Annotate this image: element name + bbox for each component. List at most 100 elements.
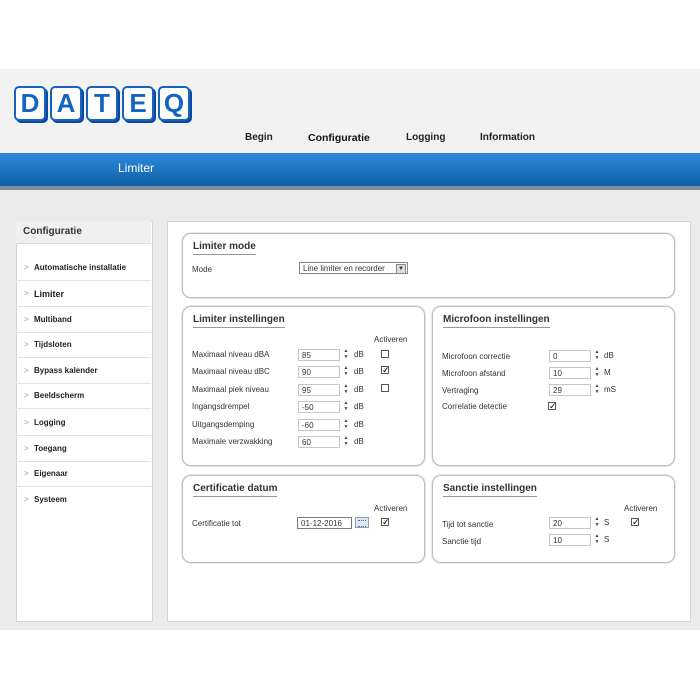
chevron-right-icon: >	[24, 263, 29, 272]
sidebar-item-beeldscherm[interactable]: > Beeldscherm	[16, 384, 151, 409]
certificatie-tot-label: Certificatie tot	[192, 519, 241, 528]
sidebar-item-toegang[interactable]: > Toegang	[16, 437, 151, 462]
max-niveau-dba-input[interactable]: 85	[298, 349, 340, 361]
field-label: Tijd tot sanctie	[442, 520, 494, 529]
title-bar-divider	[0, 186, 700, 190]
sidebar-item-eigenaar[interactable]: > Eigenaar	[16, 462, 151, 487]
sidebar-item-tijdsloten[interactable]: > Tijdsloten	[16, 333, 151, 358]
field-label: Maximaal piek niveau	[192, 385, 269, 394]
chevron-right-icon: >	[24, 340, 29, 349]
sanctie-tijd-input[interactable]: 10	[549, 534, 591, 546]
limiter-settings-title: Limiter instellingen	[193, 314, 285, 328]
title-bar	[0, 153, 700, 186]
spinner-icon[interactable]: ▲ ▼	[342, 348, 350, 361]
activeren-dba-checkbox[interactable]	[381, 350, 389, 358]
ingangsdrempel-input[interactable]: -50	[298, 401, 340, 413]
sidebar-item-limiter[interactable]: > Limiter	[16, 282, 151, 307]
spinner-icon[interactable]: ▲ ▼	[593, 366, 601, 379]
unit-label: dB	[354, 385, 364, 394]
unit-label: dB	[354, 437, 364, 446]
sidebar-item-automatische-installatie[interactable]: > Automatische installatie	[16, 256, 151, 281]
sidebar-item-label: Logging	[34, 418, 66, 427]
sidebar-header: Configuratie	[16, 221, 151, 244]
mode-select[interactable]: Line limiter en recorder ▼	[299, 262, 408, 274]
certificatie-date-input[interactable]: 01-12-2016	[297, 517, 352, 529]
max-piek-niveau-input[interactable]: 95	[298, 384, 340, 396]
page-title: Limiter	[118, 161, 155, 175]
max-niveau-dbc-input[interactable]: 90	[298, 366, 340, 378]
chevron-right-icon: >	[24, 469, 29, 478]
correlatie-checkbox[interactable]: ✓	[548, 402, 557, 411]
max-verzwakking-input[interactable]: 60	[298, 436, 340, 448]
vertraging-input[interactable]: 29	[549, 384, 591, 396]
field-label: Maximaal niveau dBC	[192, 367, 270, 376]
nav-information[interactable]: Information	[480, 132, 535, 143]
spinner-icon[interactable]: ▲ ▼	[342, 365, 350, 378]
sidebar-item-multiband[interactable]: > Multiband	[16, 308, 151, 333]
activeren-label: Activeren	[624, 504, 658, 513]
tijd-tot-sanctie-input[interactable]: 20	[549, 517, 591, 529]
unit-label: dB	[354, 367, 364, 376]
sidebar-item-label: Bypass kalender	[34, 366, 98, 375]
chevron-right-icon: >	[24, 366, 29, 375]
activeren-label: Activeren	[374, 504, 408, 513]
mode-select-value: Line limiter en recorder	[303, 264, 385, 273]
microfoon-afstand-input[interactable]: 10	[549, 367, 591, 379]
limiter-mode-title: Limiter mode	[193, 241, 256, 255]
chevron-right-icon: >	[24, 391, 29, 400]
microfoon-settings-title: Microfoon instellingen	[443, 314, 550, 328]
chevron-right-icon: >	[24, 315, 29, 324]
chevron-right-icon: >	[24, 289, 29, 298]
field-label: Sanctie tijd	[442, 537, 482, 546]
field-label: Maximaal niveau dBA	[192, 350, 270, 359]
sidebar-item-label: Toegang	[34, 444, 67, 453]
sidebar-item-systeem[interactable]: > Systeem	[16, 488, 151, 512]
logo-letter: Q	[158, 86, 190, 121]
sidebar-item-logging[interactable]: > Logging	[16, 411, 151, 436]
nav-begin[interactable]: Begin	[245, 132, 273, 143]
activeren-label: Activeren	[374, 335, 408, 344]
microfoon-correctie-input[interactable]: 0	[549, 350, 591, 362]
nav-configuratie[interactable]: Configuratie	[308, 132, 370, 144]
logo-letter: E	[122, 86, 154, 121]
spinner-icon[interactable]: ▲ ▼	[342, 383, 350, 396]
sidebar-item-label: Limiter	[34, 289, 65, 299]
nav-logging[interactable]: Logging	[406, 132, 445, 143]
correlatie-label: Correlatie detectie	[442, 402, 507, 411]
logo-letter: T	[86, 86, 118, 121]
field-label: Ingangsdrempel	[192, 402, 250, 411]
calendar-icon[interactable]	[355, 517, 369, 528]
field-label: Vertraging	[442, 386, 479, 395]
spinner-icon[interactable]: ▲ ▼	[342, 435, 350, 448]
sidebar-item-label: Automatische installatie	[34, 263, 127, 272]
logo-letter: A	[50, 86, 82, 121]
spinner-icon[interactable]: ▲ ▼	[593, 516, 601, 529]
spinner-icon[interactable]: ▲ ▼	[593, 349, 601, 362]
unit-label: M	[604, 368, 611, 377]
spinner-icon[interactable]: ▲ ▼	[342, 400, 350, 413]
spinner-icon[interactable]: ▲ ▼	[593, 533, 601, 546]
logo-letter: D	[14, 86, 46, 121]
sanctie-activeren-checkbox[interactable]: ✓	[631, 518, 640, 527]
unit-label: dB	[354, 402, 364, 411]
field-label: Microfoon correctie	[442, 352, 511, 361]
sidebar-item-label: Tijdsloten	[34, 340, 72, 349]
field-label: Microfoon afstand	[442, 369, 506, 378]
uitgangsdemping-input[interactable]: -60	[298, 419, 340, 431]
chevron-right-icon: >	[24, 444, 29, 453]
spinner-icon[interactable]: ▲ ▼	[593, 383, 601, 396]
unit-label: dB	[354, 420, 364, 429]
activeren-dbc-checkbox[interactable]: ✓	[381, 366, 390, 375]
field-label: Uitgangsdemping	[192, 420, 255, 429]
activeren-piek-checkbox[interactable]	[381, 384, 389, 392]
unit-label: dB	[354, 350, 364, 359]
certificatie-title: Certificatie datum	[193, 483, 278, 497]
sanctie-title: Sanctie instellingen	[443, 483, 537, 497]
chevron-down-icon: ▼	[396, 264, 406, 274]
sidebar-item-bypass-kalender[interactable]: > Bypass kalender	[16, 359, 151, 384]
spinner-icon[interactable]: ▲ ▼	[342, 418, 350, 431]
sidebar-item-label: Systeem	[34, 495, 67, 504]
certificatie-activeren-checkbox[interactable]: ✓	[381, 518, 390, 527]
mode-label: Mode	[192, 265, 213, 274]
sidebar-title: Configuratie	[23, 226, 82, 237]
